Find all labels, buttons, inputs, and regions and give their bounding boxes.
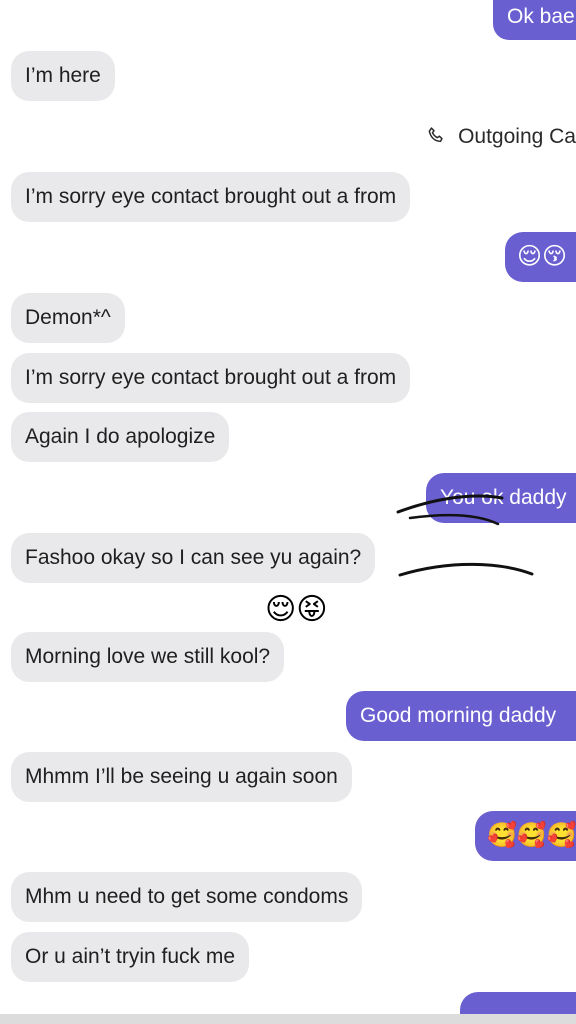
message-bubble-incoming[interactable]: Fashoo okay so I can see yu again? <box>11 533 376 583</box>
message-text: Demon*^ <box>25 306 111 329</box>
message-text: You ok daddy <box>440 486 567 509</box>
message-bubble-incoming[interactable]: I’m sorry eye contact brought out a from <box>11 353 411 403</box>
message-text: Mhm u need to get some condoms <box>25 885 349 908</box>
bottom-bar <box>0 1014 576 1024</box>
message-bubble-outgoing[interactable]: You ok daddy <box>426 473 576 523</box>
message-bubble-incoming[interactable]: Or u ain’t tryin fuck me <box>11 932 250 982</box>
message-text: 🥰🥰🥰 <box>487 822 576 849</box>
message-text: Again I do apologize <box>25 425 216 448</box>
message-text: 😌😚 <box>517 243 568 270</box>
message-bubble-incoming[interactable]: Mhm u need to get some condoms <box>11 872 363 922</box>
message-bubble-incoming[interactable]: I’m sorry eye contact brought out a from <box>11 172 411 222</box>
message-text: I’m here <box>25 64 101 87</box>
message-text: Good morning daddy <box>360 704 557 727</box>
message-bubble-outgoing[interactable]: Good morning daddy <box>346 691 576 741</box>
message-text: I’m sorry eye contact brought out a from <box>25 366 397 389</box>
outgoing-call-status[interactable]: Outgoing Ca <box>426 117 576 157</box>
message-text: Ok bae <box>507 5 575 28</box>
message-text: Or u ain’t tryin fuck me <box>25 945 236 968</box>
message-text: Fashoo okay so I can see yu again? <box>25 546 362 569</box>
message-bubble-outgoing[interactable]: 😌😚 <box>505 232 576 282</box>
emoji-reaction: 😌😝 <box>265 590 328 630</box>
message-thread: Ok bae I’m here Outgoing Ca I’m sorry ey… <box>0 0 576 1024</box>
message-text: Mhmm I’ll be seeing u again soon <box>25 765 338 788</box>
message-bubble-incoming[interactable]: Mhmm I’ll be seeing u again soon <box>11 752 352 802</box>
phone-icon <box>426 125 458 148</box>
reaction-emoji: 😌😝 <box>265 592 328 627</box>
message-bubble-incoming[interactable]: Demon*^ <box>11 293 125 343</box>
message-bubble-outgoing[interactable]: Ok bae <box>493 0 576 40</box>
message-text: Morning love we still kool? <box>25 645 271 668</box>
message-text: I’m sorry eye contact brought out a from <box>25 185 397 208</box>
message-bubble-incoming[interactable]: I’m here <box>11 51 115 101</box>
scribble-line <box>398 562 534 577</box>
message-bubble-outgoing[interactable]: 🥰🥰🥰 <box>475 811 576 861</box>
call-label: Outgoing Ca <box>458 125 576 148</box>
message-bubble-incoming[interactable]: Again I do apologize <box>11 412 230 462</box>
message-bubble-incoming[interactable]: Morning love we still kool? <box>11 632 285 682</box>
